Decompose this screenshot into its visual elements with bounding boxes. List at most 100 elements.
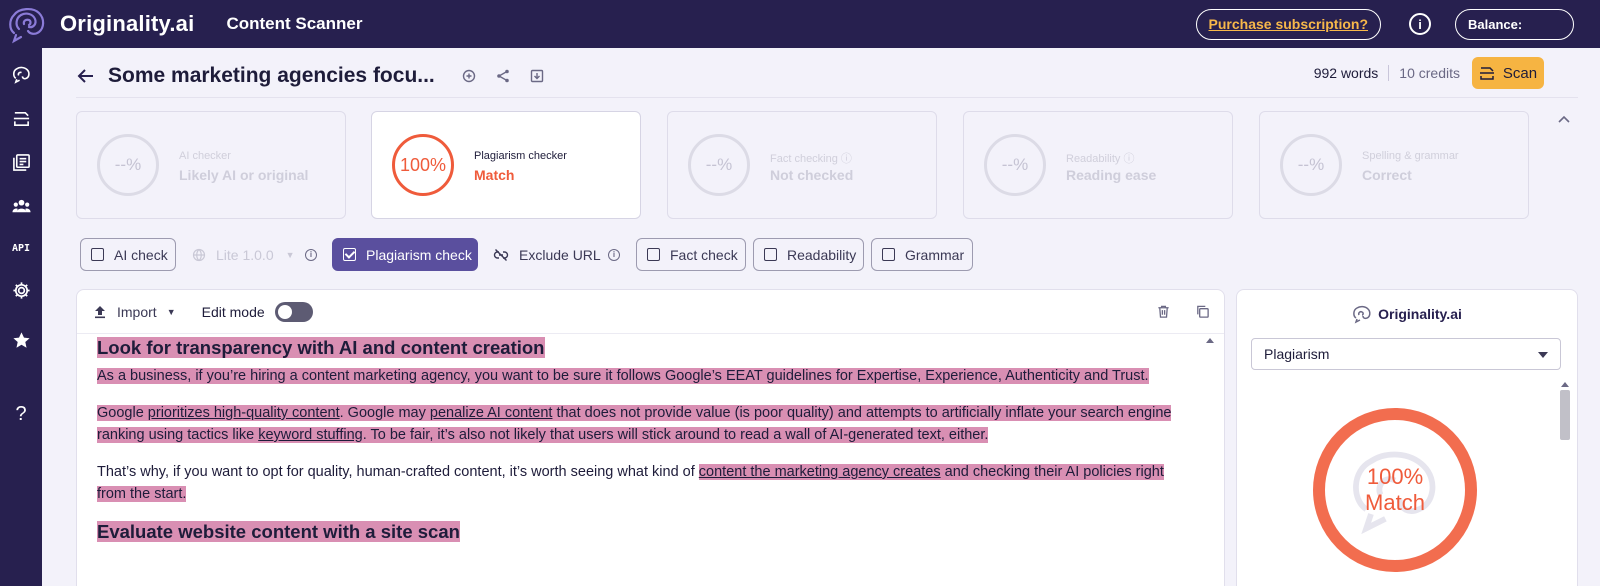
scroll-up-icon [1206,338,1214,343]
model-info[interactable]: i [305,238,317,271]
card-score-ring: --% [984,134,1046,196]
content-heading: Evaluate website content with a site sca… [97,521,460,542]
results-panel: Originality.ai Plagiarism 100% Match [1236,289,1578,586]
content-link[interactable]: keyword stuffing [258,427,363,443]
editor-toolbar: Import ▼ Edit mode [77,290,1224,334]
edit-mode-label: Edit mode [201,303,265,320]
edit-mode-switch[interactable] [274,301,313,322]
card-value: Correct [1362,167,1412,183]
ai-check-label: AI check [114,246,168,263]
card-label: Fact checking ⓘ [770,153,852,165]
checkbox-icon [647,248,660,261]
model-select[interactable]: Lite 1.0.0 ▼ [192,238,295,271]
brain-icon [12,66,30,84]
add-circle-icon[interactable] [461,68,477,84]
sidebar-item-settings[interactable] [0,278,42,302]
model-label: Lite 1.0.0 [216,246,274,263]
editor-panel: Import ▼ Edit mode Look for transparency… [76,289,1225,586]
plagiarism-score-ring: 100% Match [1313,408,1477,572]
share-icon[interactable] [495,68,511,84]
card-value: Not checked [770,167,854,183]
card-score-ring: 100% [392,134,454,196]
import-label: Import [117,303,157,320]
product-name: Content Scanner [226,14,363,33]
results-brand: Originality.ai [1237,304,1577,324]
import-button[interactable]: Import ▼ [93,304,176,320]
exclude-url-info[interactable]: i [608,238,620,271]
content-paragraph: That’s why, if you want to opt for quali… [97,464,1164,502]
plagiarism-check-toggle[interactable]: Plagiarism check [332,238,478,271]
checkbox-icon [764,248,777,261]
sidebar-item-team[interactable] [0,194,42,218]
editor-scrollbar[interactable] [1205,335,1215,586]
sidebar-item-help[interactable]: ? [0,402,42,426]
sidebar-item-ai-detection[interactable] [0,62,42,86]
content-link[interactable]: prioritizes high-quality content [148,405,340,421]
chevron-down-icon: ▼ [285,249,295,260]
balance-button[interactable]: Balance: [1455,8,1574,40]
exclude-url-label: Exclude URL [519,246,601,263]
card-label: AI checker [179,150,231,162]
sidebar-item-favorites[interactable] [0,328,42,352]
card-readability[interactable]: --% Readability ⓘ Reading ease [963,111,1233,219]
info-icon: i [608,248,620,261]
scrollbar-thumb[interactable] [1560,390,1570,440]
document-header: Some marketing agencies focu... 992 word… [76,56,1576,96]
document-title: Some marketing agencies focu... [108,64,435,87]
gear-icon [12,281,30,299]
upload-icon [95,305,105,318]
star-icon [12,331,30,348]
trash-icon[interactable] [1156,304,1171,319]
readability-label: Readability [787,246,857,263]
card-ai-checker[interactable]: --% AI checker Likely AI or original [76,111,346,219]
chevron-up-icon[interactable] [1556,112,1572,128]
header-divider [76,97,1578,98]
chevron-down-icon [1538,352,1548,358]
content-paragraph: Google prioritizes high-quality content.… [97,405,1172,443]
scan-button[interactable]: Scan [1472,57,1544,89]
editor-content[interactable]: Look for transparency with AI and conten… [97,335,1195,586]
sidebar-item-scan[interactable] [0,106,42,130]
scroll-up-icon [1561,382,1569,387]
library-icon [12,153,30,171]
scan-document-icon [13,111,29,126]
ai-check-toggle[interactable]: AI check [80,238,176,271]
card-value: Match [474,167,515,183]
info-icon[interactable]: i [1409,13,1431,35]
card-plagiarism-checker[interactable]: 100% Plagiarism checker Match [371,111,641,219]
checkbox-icon [91,248,104,261]
content-link[interactable]: penalize AI content [430,405,553,421]
chevron-down-icon: ▼ [166,306,176,317]
fact-check-toggle[interactable]: Fact check [636,238,746,271]
card-score-ring: --% [1280,134,1342,196]
card-label: Plagiarism checker [474,150,567,162]
scan-icon [1479,67,1494,80]
grammar-toggle[interactable]: Grammar [871,238,973,271]
result-type-value: Plagiarism [1264,346,1330,362]
score-percent: 100% [1366,464,1424,489]
copy-icon[interactable] [1195,304,1210,319]
result-type-select[interactable]: Plagiarism [1251,338,1561,370]
info-icon: i [305,248,317,261]
card-value: Reading ease [1066,167,1157,183]
content-link[interactable]: content the marketing agency creates [699,464,941,480]
sidebar: API ? [0,48,42,586]
purchase-subscription-button[interactable]: Purchase subscription? [1195,8,1381,40]
exclude-url-button[interactable]: Exclude URL [493,238,601,271]
checkbox-checked-icon [343,248,356,261]
brain-logo-icon [1353,305,1371,324]
brand-name: Originality.ai [60,11,195,36]
back-arrow-icon[interactable] [76,66,96,86]
readability-toggle[interactable]: Readability [753,238,864,271]
card-score-ring: --% [97,134,159,196]
sidebar-item-library[interactable] [0,150,42,174]
card-fact-checking[interactable]: --% Fact checking ⓘ Not checked [667,111,937,219]
download-icon[interactable] [529,68,545,84]
results-scrollbar[interactable] [1559,382,1571,582]
card-spelling-grammar[interactable]: --% Spelling & grammar Correct [1259,111,1529,219]
brand[interactable]: Originality.ai [6,3,194,45]
team-icon [11,199,31,212]
sidebar-item-api[interactable]: API [0,236,42,260]
credits-count: 10 credits [1399,65,1460,81]
top-bar: Originality.ai Content Scanner Purchase … [0,0,1600,48]
